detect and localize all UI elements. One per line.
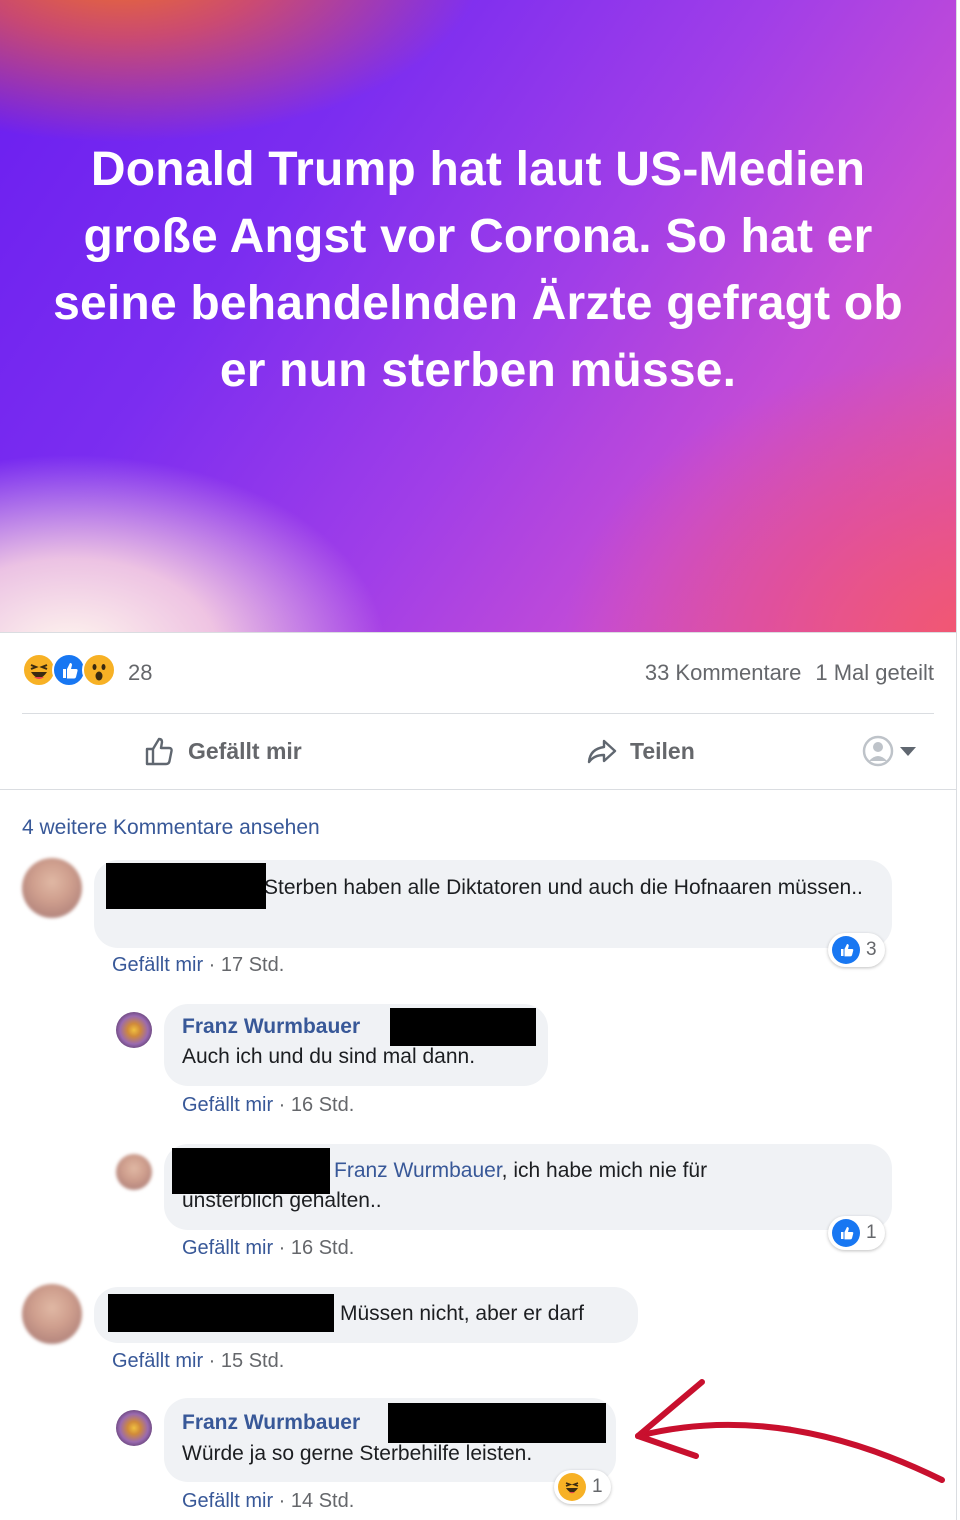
share-arrow-icon [587,739,617,764]
reply-author[interactable]: Franz Wurmbauer [182,1012,360,1042]
reply-like-link[interactable]: Gefällt mir [182,1237,273,1259]
comment-text: Müssen nicht, aber er darf [340,1302,584,1325]
avatar[interactable] [22,858,82,918]
redacted-name [388,1403,606,1443]
post-image-banner[interactable]: Donald Trump hat laut US-Medien große An… [0,0,956,632]
divider [22,713,934,714]
chevron-down-icon [900,746,916,756]
haha-reaction-icon[interactable] [22,653,56,687]
avatar[interactable] [116,1410,152,1446]
reply-like-link[interactable]: Gefällt mir [182,1094,273,1116]
divider [0,789,956,790]
redacted-name [390,1008,536,1046]
comment-meta: Gefällt mir · 15 Std. [112,1350,285,1372]
redacted-name [106,863,266,909]
reaction-count: 1 [592,1476,603,1497]
reply-text: Würde ja so gerne Sterbehilfe leisten. [182,1442,533,1465]
comment-timestamp[interactable]: 17 Std. [221,954,284,976]
avatar[interactable] [22,1284,82,1344]
reply-reaction-badge[interactable]: 1 [554,1470,611,1504]
reply-text: Auch ich und du sind mal dann. [182,1045,476,1068]
reaction-summary: 28 33 Kommentare 1 Mal geteilt [22,650,934,694]
reply-meta: Gefällt mir · 14 Std. [182,1490,355,1512]
comment-timestamp[interactable]: 15 Std. [221,1350,284,1372]
comment-like-link[interactable]: Gefällt mir [112,1350,203,1372]
banner-divider [0,632,956,633]
avatar[interactable] [116,1012,152,1048]
red-annotation-arrow [635,1379,945,1483]
like-reaction-icon[interactable] [52,653,86,687]
share-button[interactable]: Teilen [584,730,695,772]
avatar[interactable] [116,1154,152,1190]
comment-like-link[interactable]: Gefällt mir [112,954,203,976]
share-button-label: Teilen [630,737,695,764]
comment-reaction-badge[interactable]: 3 [828,933,885,967]
wow-reaction-icon[interactable] [82,653,116,687]
like-button[interactable]: Gefällt mir [142,730,302,772]
post-stats: 33 Kommentare 1 Mal geteilt [631,660,934,686]
haha-reaction-icon [558,1473,586,1501]
post-as-selector[interactable] [862,734,922,768]
reply-meta: Gefällt mir · 16 Std. [182,1237,355,1259]
comments-count-link[interactable]: 33 Kommentare [645,660,802,685]
redacted-name [172,1148,330,1194]
reply-author[interactable]: Franz Wurmbauer [182,1408,360,1438]
reaction-count[interactable]: 28 [128,660,152,686]
shares-count-link[interactable]: 1 Mal geteilt [815,660,934,685]
comment-meta: Gefällt mir · 17 Std. [112,954,285,976]
post-headline: Donald Trump hat laut US-Medien große An… [53,143,903,397]
feed-edge [956,0,957,1520]
reaction-count: 1 [866,1222,877,1243]
like-reaction-icon [832,936,860,964]
redacted-name [108,1294,334,1332]
reply-timestamp[interactable]: 14 Std. [291,1490,354,1512]
profile-avatar-icon [862,735,894,767]
reply-reaction-badge[interactable]: 1 [828,1216,885,1250]
reply-meta: Gefällt mir · 16 Std. [182,1094,355,1116]
like-reaction-icon [832,1219,860,1247]
like-button-label: Gefällt mir [188,737,302,764]
reply-like-link[interactable]: Gefällt mir [182,1490,273,1512]
reply-timestamp[interactable]: 16 Std. [291,1237,354,1259]
reply-timestamp[interactable]: 16 Std. [291,1094,354,1116]
view-more-comments-link[interactable]: 4 weitere Kommentare ansehen [22,816,320,840]
thumbs-up-icon [145,737,173,766]
reaction-count: 3 [866,939,877,960]
mention-link[interactable]: Franz Wurmbauer [334,1159,502,1182]
